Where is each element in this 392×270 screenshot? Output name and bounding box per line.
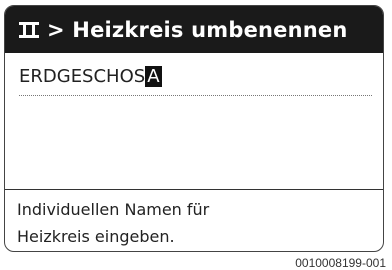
help-text: Individuellen Namen für Heizkreis eingeb… <box>17 196 209 250</box>
page-title: > Heizkreis umbenennen <box>47 17 348 42</box>
reference-number: 0010008199-001 <box>295 256 386 270</box>
input-underline <box>19 95 372 96</box>
help-text-line-1: Individuellen Namen für <box>17 200 210 219</box>
name-input[interactable]: ERDGESCHOS A <box>19 66 162 87</box>
text-cursor[interactable]: A <box>145 66 162 87</box>
device-display: > Heizkreis umbenennen ERDGESCHOS A Indiv… <box>4 5 384 252</box>
divider <box>5 189 383 190</box>
help-text-line-2: Heizkreis eingeben. <box>17 227 175 246</box>
menu-icon <box>19 21 39 39</box>
title-bar: > Heizkreis umbenennen <box>5 6 383 53</box>
name-input-value: ERDGESCHOS <box>19 66 146 87</box>
